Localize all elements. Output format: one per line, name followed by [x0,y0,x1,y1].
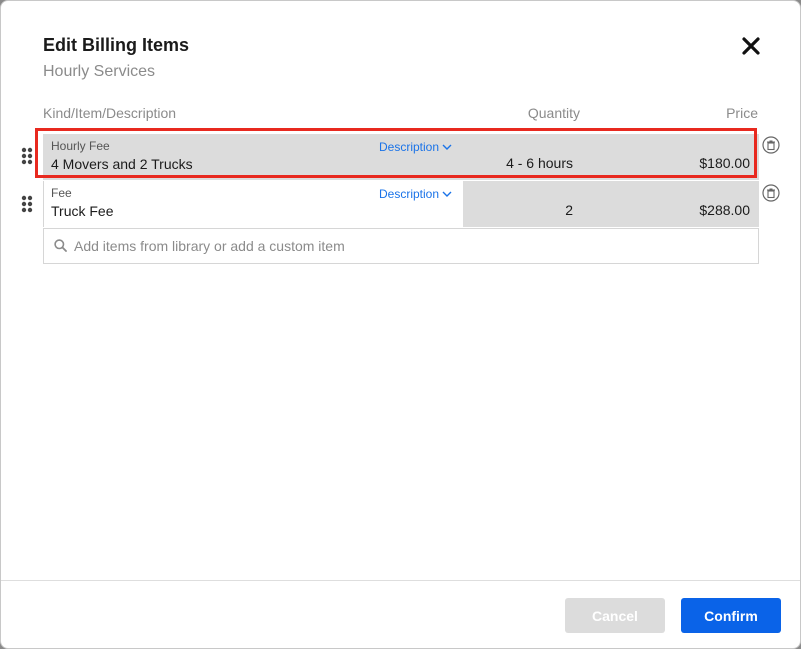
description-toggle[interactable]: Description [379,140,452,154]
trash-icon [762,184,780,202]
item-kind: Hourly Fee [51,139,110,153]
drag-handle-icon[interactable] [21,147,33,165]
description-toggle[interactable]: Description [379,187,452,201]
close-icon [742,37,760,55]
description-label: Description [379,140,440,154]
description-label: Description [379,187,440,201]
footer-divider [1,580,800,581]
item-price[interactable]: $288.00 [699,202,750,218]
item-quantity[interactable]: 2 [565,202,573,218]
close-button[interactable] [739,34,763,58]
dialog-title: Edit Billing Items [43,35,190,55]
item-search-box[interactable] [43,228,759,264]
billing-item-row[interactable]: Fee Truck Fee Description 2 $288.00 [43,181,759,227]
cancel-button[interactable]: Cancel [565,598,665,633]
item-name[interactable]: Truck Fee [51,203,114,219]
item-kind: Fee [51,186,72,200]
column-header-kind: Kind/Item/Description [43,105,177,121]
confirm-button[interactable]: Confirm [681,598,781,633]
chevron-down-icon [442,144,452,150]
item-price[interactable]: $180.00 [699,155,750,171]
drag-handle-icon[interactable] [21,195,33,213]
dialog-subtitle: Hourly Services [43,63,156,80]
row-border [43,181,44,227]
column-header-quantity: Quantity [527,105,580,121]
delete-item-button[interactable] [762,136,780,154]
edit-billing-items-dialog: Edit Billing Items Hourly Services Kind/… [0,0,801,649]
chevron-down-icon [442,191,452,197]
trash-icon [762,136,780,154]
item-quantity[interactable]: 4 - 6 hours [506,155,573,171]
billing-item-row[interactable]: Hourly Fee 4 Movers and 2 Trucks Descrip… [43,134,759,180]
item-name[interactable]: 4 Movers and 2 Trucks [51,156,193,172]
item-search-input[interactable] [74,229,744,263]
column-header-price: Price [726,105,758,121]
search-icon [54,239,67,252]
delete-item-button[interactable] [762,184,780,202]
